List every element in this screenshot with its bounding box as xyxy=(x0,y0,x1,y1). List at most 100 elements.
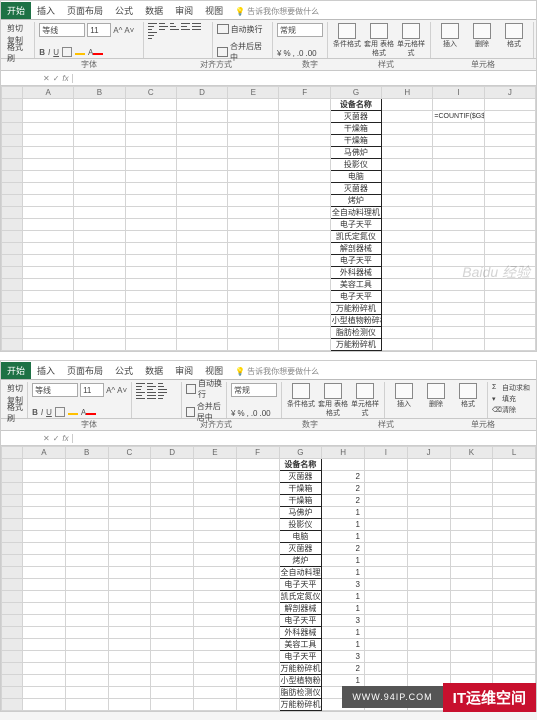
align-top-icon[interactable] xyxy=(148,23,157,30)
align-left-icon[interactable] xyxy=(181,23,190,30)
percent-icon[interactable]: % xyxy=(283,49,290,58)
font-size-select[interactable]: 11 xyxy=(87,23,111,37)
italic-button[interactable]: I xyxy=(41,408,43,417)
col-header-F[interactable]: F xyxy=(279,87,330,99)
border-button[interactable] xyxy=(62,47,72,57)
select-all-corner[interactable] xyxy=(2,87,23,99)
number-format-select[interactable]: 常规 xyxy=(231,383,277,397)
tab-data[interactable]: 数据 xyxy=(139,362,169,379)
wrap-text-button[interactable]: 自动换行 xyxy=(217,23,268,35)
dec-decimal-icon[interactable]: .00 xyxy=(306,49,317,58)
font-color-button[interactable]: A xyxy=(88,48,103,57)
table-format-button[interactable]: 套用 表格格式 xyxy=(364,23,394,58)
comma-icon[interactable]: , xyxy=(247,409,249,418)
cut-button[interactable]: 剪切 xyxy=(7,383,23,393)
bold-button[interactable]: B xyxy=(32,408,38,417)
dec-decimal-icon[interactable]: .00 xyxy=(259,409,270,418)
col-header-G[interactable]: G xyxy=(330,87,381,99)
delete-cells-button[interactable]: 删除 xyxy=(467,23,497,58)
tell-me[interactable]: 💡告诉我你想要做什么 xyxy=(229,4,325,19)
align-top-icon[interactable] xyxy=(136,383,145,390)
enter-icon[interactable]: ✓ xyxy=(53,74,60,83)
spreadsheet-table[interactable]: ABCDEFGHIJ 设备名称灭菌器=COUNTIF($G$2:$G$21,G2… xyxy=(1,86,536,351)
col-header-A[interactable]: A xyxy=(23,447,66,459)
tab-data[interactable]: 数据 xyxy=(139,2,169,19)
col-header-A[interactable]: A xyxy=(23,87,74,99)
comma-icon[interactable]: , xyxy=(293,49,295,58)
insert-cells-button[interactable]: 插入 xyxy=(389,383,419,418)
increase-font-button[interactable]: A^ xyxy=(113,26,122,35)
autosum-button[interactable]: Σ自动求和 xyxy=(492,383,530,393)
col-header-E[interactable]: E xyxy=(228,87,279,99)
fill-color-button[interactable] xyxy=(68,408,78,417)
align-bot-icon[interactable] xyxy=(158,383,167,390)
insert-cells-button[interactable]: 插入 xyxy=(435,23,465,58)
align-right-icon[interactable] xyxy=(158,392,167,399)
merge-center-button[interactable]: 合并后居中 xyxy=(186,406,222,418)
tab-insert[interactable]: 插入 xyxy=(31,2,61,19)
format-painter-button[interactable]: 格式刷 xyxy=(7,408,23,418)
format-cells-button[interactable]: 格式 xyxy=(499,23,529,58)
col-header-C[interactable]: C xyxy=(125,87,176,99)
conditional-format-button[interactable]: 条件格式 xyxy=(332,23,362,58)
currency-icon[interactable]: ¥ xyxy=(277,49,281,58)
col-header-J[interactable]: J xyxy=(407,447,450,459)
inc-decimal-icon[interactable]: .0 xyxy=(251,409,258,418)
underline-button[interactable]: U xyxy=(46,408,52,417)
col-header-B[interactable]: B xyxy=(65,447,108,459)
font-color-button[interactable]: A xyxy=(81,408,96,417)
bold-button[interactable]: B xyxy=(39,48,45,57)
tab-insert[interactable]: 插入 xyxy=(31,362,61,379)
format-cells-button[interactable]: 格式 xyxy=(453,383,483,418)
number-format-select[interactable]: 常规 xyxy=(277,23,323,37)
tab-review[interactable]: 审阅 xyxy=(169,362,199,379)
tell-me[interactable]: 💡告诉我你想要做什么 xyxy=(229,364,325,379)
col-header-H[interactable]: H xyxy=(382,87,433,99)
tab-formulas[interactable]: 公式 xyxy=(109,362,139,379)
cut-button[interactable]: 剪切 xyxy=(7,23,30,33)
decrease-font-button[interactable]: A˅ xyxy=(117,386,127,395)
format-painter-button[interactable]: 格式刷 xyxy=(7,48,30,58)
fill-color-button[interactable] xyxy=(75,48,85,57)
tab-review[interactable]: 审阅 xyxy=(169,2,199,19)
enter-icon[interactable]: ✓ xyxy=(53,434,60,443)
col-header-B[interactable]: B xyxy=(74,87,125,99)
tab-page-layout[interactable]: 页面布局 xyxy=(61,2,109,19)
align-mid-icon[interactable] xyxy=(147,383,156,390)
cell-styles-button[interactable]: 单元格样式 xyxy=(396,23,426,58)
underline-button[interactable]: U xyxy=(53,48,59,57)
col-header-E[interactable]: E xyxy=(194,447,237,459)
increase-font-button[interactable]: A^ xyxy=(106,386,115,395)
col-header-G[interactable]: G xyxy=(279,447,322,459)
grid[interactable]: Baidu 经验 ABCDEFGHIJ 设备名称灭菌器=COUNTIF($G$2… xyxy=(1,86,536,351)
col-header-H[interactable]: H xyxy=(322,447,365,459)
decrease-font-button[interactable]: A˅ xyxy=(124,26,134,35)
tab-view[interactable]: 视图 xyxy=(199,362,229,379)
font-size-select[interactable]: 11 xyxy=(80,383,104,397)
align-center-icon[interactable] xyxy=(147,392,156,399)
fill-button[interactable]: ▾填充 xyxy=(492,394,530,404)
col-header-I[interactable]: I xyxy=(433,87,484,99)
conditional-format-button[interactable]: 条件格式 xyxy=(286,383,316,418)
inc-decimal-icon[interactable]: .0 xyxy=(297,49,304,58)
clear-button[interactable]: ⌫清除 xyxy=(492,405,530,415)
tab-page-layout[interactable]: 页面布局 xyxy=(61,362,109,379)
col-header-I[interactable]: I xyxy=(365,447,408,459)
tab-start[interactable]: 开始 xyxy=(1,362,31,379)
border-button[interactable] xyxy=(55,407,65,417)
font-name-select[interactable]: 等线 xyxy=(39,23,85,37)
merge-center-button[interactable]: 合并后居中 xyxy=(217,46,268,58)
delete-cells-button[interactable]: 删除 xyxy=(421,383,451,418)
table-format-button[interactable]: 套用 表格格式 xyxy=(318,383,348,418)
italic-button[interactable]: I xyxy=(48,48,50,57)
spreadsheet-table[interactable]: ABCDEFGHIJKL 设备名称灭菌器2干燥箱2干燥箱2马佛炉1投影仪1电脑1… xyxy=(1,446,536,711)
col-header-D[interactable]: D xyxy=(151,447,194,459)
align-left-icon[interactable] xyxy=(136,392,145,399)
cancel-icon[interactable]: ✕ xyxy=(43,434,50,443)
tab-start[interactable]: 开始 xyxy=(1,2,31,19)
col-header-D[interactable]: D xyxy=(176,87,227,99)
col-header-K[interactable]: K xyxy=(450,447,493,459)
currency-icon[interactable]: ¥ xyxy=(231,409,235,418)
select-all-corner[interactable] xyxy=(2,447,23,459)
col-header-F[interactable]: F xyxy=(236,447,279,459)
